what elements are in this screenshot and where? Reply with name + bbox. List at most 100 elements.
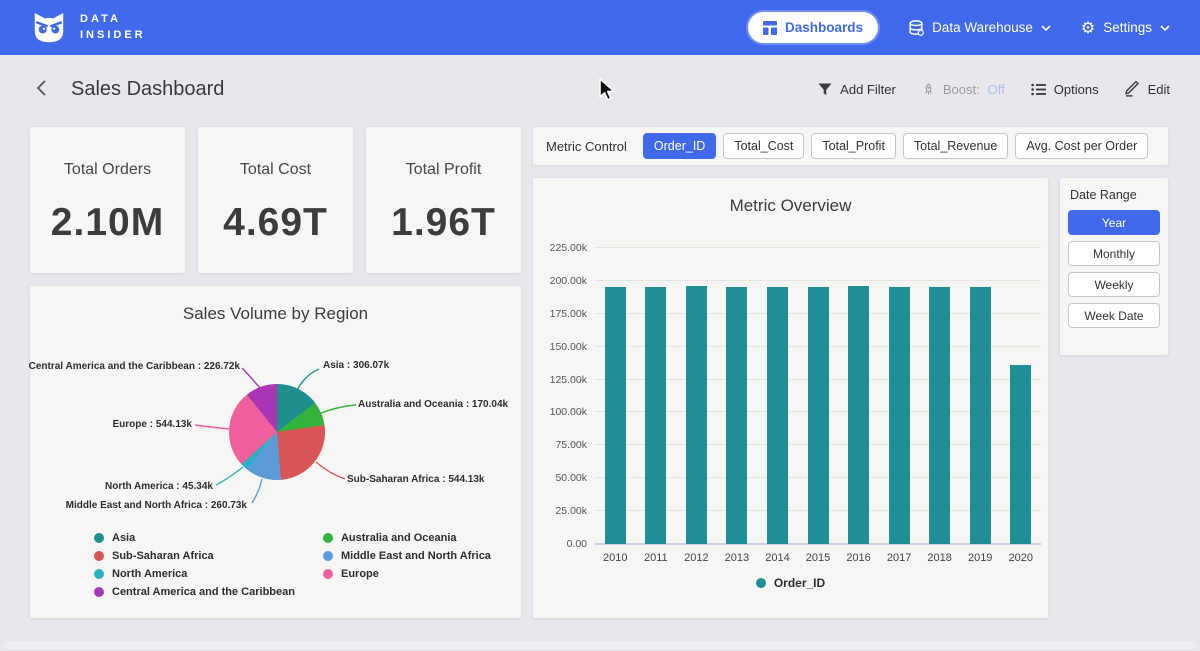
- bar[interactable]: [960, 248, 1001, 544]
- date-range-year-button[interactable]: Year: [1068, 210, 1160, 235]
- metric-button-avg-cost[interactable]: Avg. Cost per Order: [1015, 133, 1148, 159]
- legend-dot: [94, 587, 104, 597]
- legend-dot: [323, 533, 333, 543]
- brand-name: DATA INSIDER: [80, 12, 146, 44]
- chevron-down-icon: [1160, 25, 1170, 31]
- bar[interactable]: [1000, 248, 1041, 544]
- pie-label-sub-saharan-africa: Sub-Saharan Africa : 544.13k: [347, 474, 484, 485]
- date-range-card: Date Range Year Monthly Weekly Week Date: [1060, 178, 1168, 355]
- x-axis-label: 2015: [798, 552, 839, 564]
- bar-legend[interactable]: Order_ID: [533, 576, 1048, 590]
- pencil-icon: [1125, 81, 1140, 97]
- bar-rect: [970, 287, 991, 544]
- boost-toggle[interactable]: Boost: Off: [922, 82, 1005, 97]
- chevron-left-icon: [36, 79, 47, 97]
- edit-label: Edit: [1148, 82, 1170, 97]
- header-actions: Add Filter Boost: Off Options: [818, 81, 1170, 97]
- pie-chart-card: Sales Volume by Region Asia : 306.07k Au…: [30, 286, 521, 618]
- bar[interactable]: [757, 248, 798, 544]
- bar[interactable]: [636, 248, 677, 544]
- legend-dot: [323, 551, 333, 561]
- bar[interactable]: [879, 248, 920, 544]
- kpi-value: 2.10M: [30, 201, 185, 245]
- kpi-value: 1.96T: [366, 201, 521, 245]
- horizontal-scrollbar[interactable]: [4, 641, 1196, 649]
- legend-item-central-america-caribbean[interactable]: Central America and the Caribbean: [94, 586, 295, 598]
- y-axis-tick: 225.00k: [533, 242, 587, 254]
- bar-rect: [889, 287, 910, 544]
- legend-item-sub-saharan-africa[interactable]: Sub-Saharan Africa: [94, 550, 295, 562]
- dashboards-label: Dashboards: [785, 20, 863, 35]
- brand-line-1: DATA: [80, 12, 146, 28]
- bar[interactable]: [919, 248, 960, 544]
- pie-label-europe: Europe : 544.13k: [113, 419, 192, 430]
- sales-dashboard-screen: DATA INSIDER Dashboards: [0, 0, 1200, 651]
- add-filter-button[interactable]: Add Filter: [818, 82, 896, 97]
- brand-line-2: INSIDER: [80, 28, 146, 44]
- bar-rect: [1010, 365, 1031, 544]
- legend-item-europe[interactable]: Europe: [323, 568, 491, 580]
- bar-rect: [848, 286, 869, 544]
- data-warehouse-menu[interactable]: Data Warehouse: [908, 20, 1051, 36]
- date-range-monthly-button[interactable]: Monthly: [1068, 241, 1160, 266]
- legend-item-asia[interactable]: Asia: [94, 532, 295, 544]
- legend-label: North America: [112, 568, 187, 580]
- back-button[interactable]: [30, 75, 53, 104]
- pie-legend-column-2: Australia and Oceania Middle East and No…: [323, 532, 491, 598]
- legend-item-middle-east-north-africa[interactable]: Middle East and North Africa: [323, 550, 491, 562]
- legend-dot: [323, 569, 333, 579]
- kpi-label: Total Profit: [366, 161, 521, 179]
- top-nav-bar: DATA INSIDER Dashboards: [0, 0, 1200, 55]
- y-axis-tick: 175.00k: [533, 308, 587, 320]
- x-axis-label: 2016: [838, 552, 879, 564]
- y-axis-tick: 200.00k: [533, 275, 587, 287]
- top-nav-menu: Dashboards Data Warehouse ⚙ S: [748, 12, 1170, 43]
- bar[interactable]: [838, 248, 879, 544]
- bar[interactable]: [595, 248, 636, 544]
- bar-x-labels: 2010201120122013201420152016201720182019…: [595, 552, 1041, 564]
- boost-label: Boost:: [943, 82, 980, 97]
- legend-label: Australia and Oceania: [341, 532, 457, 544]
- bar[interactable]: [717, 248, 758, 544]
- metric-button-total-revenue[interactable]: Total_Revenue: [903, 133, 1008, 159]
- legend-label: Europe: [341, 568, 379, 580]
- metric-button-total-cost[interactable]: Total_Cost: [723, 133, 804, 159]
- dashboard-grid-icon: [763, 21, 777, 35]
- bar[interactable]: [676, 248, 717, 544]
- x-axis-label: 2020: [1000, 552, 1041, 564]
- x-axis-label: 2011: [636, 552, 677, 564]
- options-button[interactable]: Options: [1031, 82, 1099, 97]
- pie-chart[interactable]: [229, 384, 325, 480]
- pie-label-middle-east-north-africa: Middle East and North Africa : 260.73k: [66, 500, 247, 511]
- dashboards-button[interactable]: Dashboards: [748, 12, 878, 43]
- y-axis-tick: 75.00k: [533, 439, 587, 451]
- metric-control-label: Metric Control: [546, 139, 627, 154]
- x-axis-label: 2010: [595, 552, 636, 564]
- metric-button-total-profit[interactable]: Total_Profit: [811, 133, 896, 159]
- legend-dot: [94, 569, 104, 579]
- owl-logo-icon: [30, 9, 68, 47]
- settings-menu[interactable]: ⚙ Settings: [1081, 20, 1170, 36]
- pie-label-central-america-caribbean: Central America and the Caribbean : 226.…: [29, 361, 240, 372]
- edit-button[interactable]: Edit: [1125, 81, 1170, 97]
- boost-state: Off: [988, 82, 1005, 97]
- brand[interactable]: DATA INSIDER: [30, 9, 146, 47]
- legend-dot: [94, 551, 104, 561]
- pie-legend: Asia Sub-Saharan Africa North America Ce…: [94, 532, 491, 598]
- list-icon: [1031, 83, 1046, 96]
- y-axis-tick: 25.00k: [533, 505, 587, 517]
- bar-legend-label: Order_ID: [774, 576, 825, 590]
- y-axis-tick: 125.00k: [533, 374, 587, 386]
- bar[interactable]: [798, 248, 839, 544]
- legend-item-north-america[interactable]: North America: [94, 568, 295, 580]
- legend-label: Sub-Saharan Africa: [112, 550, 214, 562]
- date-range-week-date-button[interactable]: Week Date: [1068, 303, 1160, 328]
- date-range-weekly-button[interactable]: Weekly: [1068, 272, 1160, 297]
- y-axis-tick: 50.00k: [533, 472, 587, 484]
- legend-label: Middle East and North Africa: [341, 550, 491, 562]
- metric-button-order-id[interactable]: Order_ID: [643, 133, 716, 159]
- kpi-card-total-cost: Total Cost 4.69T: [198, 127, 353, 273]
- legend-item-australia-oceania[interactable]: Australia and Oceania: [323, 532, 491, 544]
- pie-label-australia-oceania: Australia and Oceania : 170.04k: [358, 399, 508, 410]
- gear-icon: ⚙: [1081, 20, 1095, 36]
